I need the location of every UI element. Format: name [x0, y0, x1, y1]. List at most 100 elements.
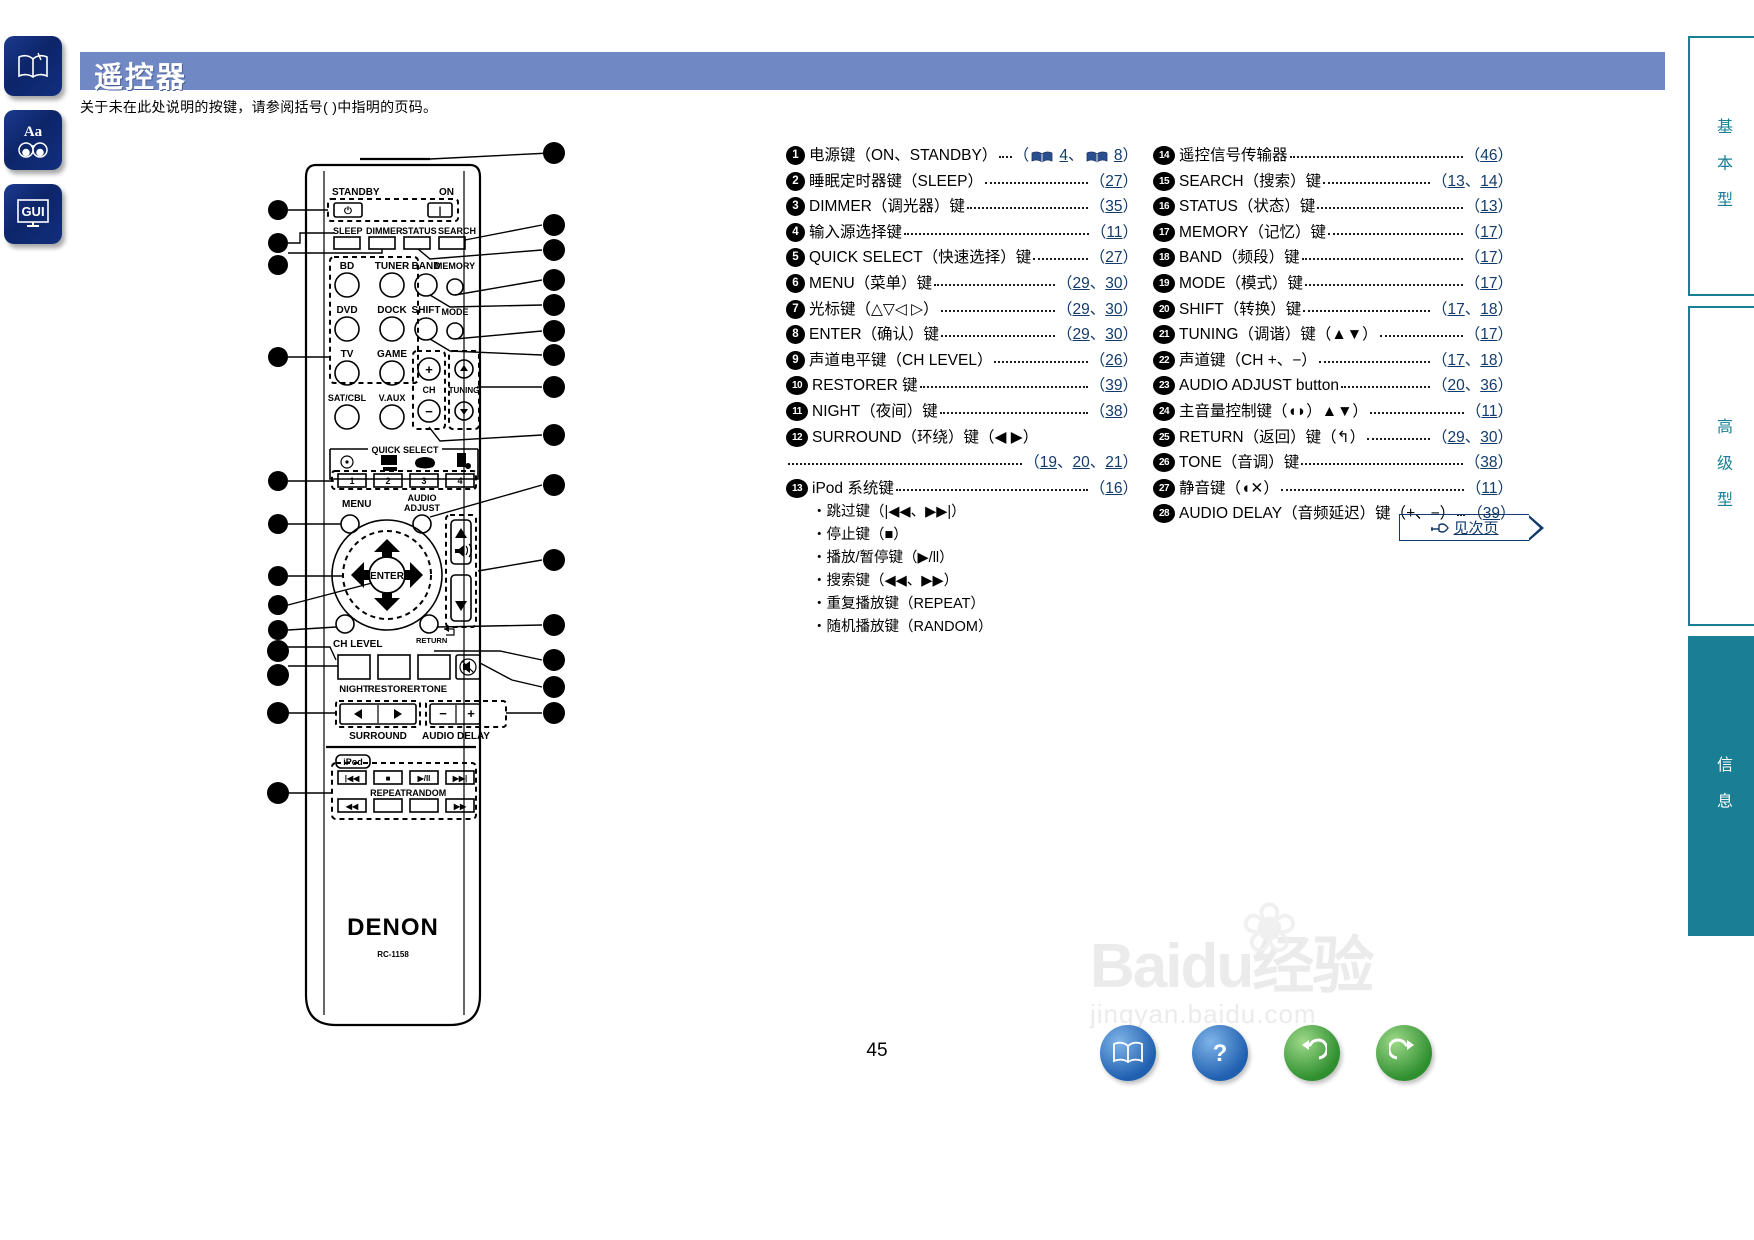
svg-text:REPEAT: REPEAT — [370, 788, 406, 798]
page-ref-link[interactable]: 17 — [1447, 301, 1464, 318]
svg-text:5: 5 — [275, 476, 281, 488]
page-ref-link[interactable]: 16 — [1105, 480, 1122, 497]
page-ref-link[interactable]: 27 — [1105, 173, 1122, 190]
legend-label: BAND（频段）键 — [1179, 249, 1300, 267]
page-ref-link[interactable]: 38 — [1105, 403, 1122, 420]
legend-page-refs[interactable]: （16） — [1090, 476, 1138, 502]
leader-dots — [1033, 245, 1088, 261]
legend-page-refs[interactable]: （19、20、21） — [1024, 450, 1138, 476]
legend-subitem: ・重复播放键（REPEAT） — [812, 596, 985, 613]
legend-item: 12 SURROUND（环绕）键（◀ ▶） — [786, 425, 1138, 451]
legend-page-refs[interactable]: （46） — [1465, 143, 1513, 169]
page-ref-link[interactable]: 11 — [1481, 480, 1497, 497]
side-tab-2[interactable]: 高 级 型 — [1688, 306, 1754, 626]
page-ref-link[interactable]: 18 — [1480, 301, 1497, 318]
page-ref-link[interactable]: 17 — [1447, 352, 1464, 369]
legend-page-refs[interactable]: （13） — [1465, 194, 1513, 220]
legend-page-refs[interactable]: （17、18） — [1432, 297, 1513, 323]
redo-icon[interactable] — [1376, 1025, 1432, 1081]
page-ref-link[interactable]: 30 — [1105, 275, 1122, 292]
font-size-icon[interactable]: Aa — [4, 110, 62, 170]
svg-text:ENTER: ENTER — [370, 571, 405, 582]
side-tab-3[interactable]: 信 息 — [1688, 636, 1754, 936]
svg-text:STATUS: STATUS — [402, 226, 437, 236]
page-ref-link[interactable]: 29 — [1072, 275, 1089, 292]
legend-page-refs[interactable]: （27） — [1090, 245, 1138, 271]
help-icon[interactable]: ? — [1192, 1025, 1248, 1081]
legend-item: 18 BAND（频段）键 （17） — [1153, 245, 1513, 271]
page-ref-link[interactable]: 11 — [1481, 403, 1497, 420]
side-tab-1[interactable]: 基 本 型 — [1688, 36, 1754, 296]
page-ref-link[interactable]: 21 — [1105, 454, 1122, 471]
page-ref-link[interactable]: 19 — [1040, 454, 1057, 471]
legend-item: 19 MODE（模式）键 （17） — [1153, 271, 1513, 297]
legend-page-refs[interactable]: （39） — [1090, 373, 1138, 399]
page-ref-link[interactable]: 17 — [1480, 224, 1497, 241]
legend-page-refs[interactable]: （29、30） — [1057, 271, 1138, 297]
bookmark-book-icon[interactable] — [4, 36, 62, 96]
page-ref-link[interactable]: 20 — [1447, 377, 1464, 394]
legend-page-refs[interactable]: （26） — [1090, 348, 1138, 374]
page-ref-link[interactable]: 46 — [1480, 147, 1497, 164]
svg-text:AUDIO DELAY: AUDIO DELAY — [422, 731, 490, 742]
page-ref-link[interactable]: 29 — [1072, 301, 1089, 318]
page-ref-link[interactable]: 30 — [1105, 301, 1122, 318]
legend-label: RESTORER 键 — [812, 377, 918, 395]
page-ref-link[interactable]: 8 — [1114, 147, 1123, 164]
legend-page-refs[interactable]: （35） — [1090, 194, 1138, 220]
legend-page-refs[interactable]: （29、30） — [1057, 322, 1138, 348]
legend-label: MODE（模式）键 — [1179, 274, 1304, 292]
page-ref-link[interactable]: 30 — [1105, 326, 1122, 343]
next-page-label: 见次页 — [1453, 520, 1499, 537]
page-ref-link[interactable]: 13 — [1447, 173, 1464, 190]
page-ref-link[interactable]: 18 — [1480, 352, 1497, 369]
svg-text:|: | — [439, 206, 442, 217]
legend-page-refs[interactable]: （11） — [1091, 220, 1138, 246]
next-page-callout[interactable]: 见次页 — [1399, 514, 1547, 541]
svg-text:⏻: ⏻ — [344, 205, 352, 217]
page-ref-link[interactable]: 38 — [1480, 454, 1497, 471]
leader-dots — [895, 476, 1088, 491]
page-ref-link[interactable]: 20 — [1072, 454, 1089, 471]
legend-number: 24 — [1153, 401, 1175, 421]
legend-page-refs[interactable]: （27） — [1090, 169, 1138, 195]
page-ref-link[interactable]: 35 — [1105, 198, 1122, 215]
page-ref-link[interactable]: 26 — [1105, 352, 1122, 369]
undo-icon[interactable] — [1284, 1025, 1340, 1081]
page-ref-link[interactable]: 36 — [1480, 377, 1497, 394]
legend-label: NIGHT（夜间）键 — [812, 402, 938, 420]
legend-page-refs[interactable]: （29、30） — [1057, 297, 1138, 323]
page-ref-link[interactable]: 17 — [1480, 326, 1497, 343]
svg-text:18: 18 — [548, 301, 560, 312]
legend-item: 10 RESTORER 键 （39） — [786, 373, 1138, 399]
legend-page-refs[interactable]: （11） — [1466, 399, 1513, 425]
page-ref-link[interactable]: 27 — [1105, 249, 1122, 266]
legend-page-refs[interactable]: （11） — [1466, 476, 1513, 502]
page-ref-link[interactable]: 30 — [1480, 429, 1497, 446]
legend-page-refs[interactable]: （17、18） — [1432, 348, 1513, 374]
legend-page-refs[interactable]: （ 4、 8） — [1014, 143, 1138, 169]
page-ref-link[interactable]: 4 — [1059, 147, 1068, 164]
legend-item: 24 主音量控制键（◖◗）▲▼） （11） — [1153, 399, 1513, 425]
gui-icon[interactable]: GUI — [4, 184, 62, 244]
page-ref-link[interactable]: 14 — [1480, 173, 1497, 190]
legend-page-refs[interactable]: （38） — [1465, 450, 1513, 476]
legend-number: 7 — [786, 299, 805, 319]
legend-page-refs[interactable]: （17） — [1465, 322, 1513, 348]
next-page-box[interactable]: 见次页 — [1399, 514, 1529, 541]
legend-page-refs[interactable]: （20、36） — [1432, 373, 1513, 399]
legend-page-refs[interactable]: （17） — [1465, 245, 1513, 271]
page-ref-link[interactable]: 11 — [1106, 224, 1122, 241]
page-ref-link[interactable]: 17 — [1480, 249, 1497, 266]
page-ref-link[interactable]: 29 — [1447, 429, 1464, 446]
legend-page-refs[interactable]: （29、30） — [1432, 425, 1513, 451]
book-icon[interactable] — [1100, 1025, 1156, 1081]
page-ref-link[interactable]: 39 — [1105, 377, 1122, 394]
legend-page-refs[interactable]: （38） — [1090, 399, 1138, 425]
legend-page-refs[interactable]: （17） — [1465, 220, 1513, 246]
page-ref-link[interactable]: 29 — [1072, 326, 1089, 343]
page-ref-link[interactable]: 17 — [1480, 275, 1497, 292]
legend-page-refs[interactable]: （13、14） — [1432, 169, 1513, 195]
page-ref-link[interactable]: 13 — [1480, 198, 1497, 215]
legend-page-refs[interactable]: （17） — [1465, 271, 1513, 297]
